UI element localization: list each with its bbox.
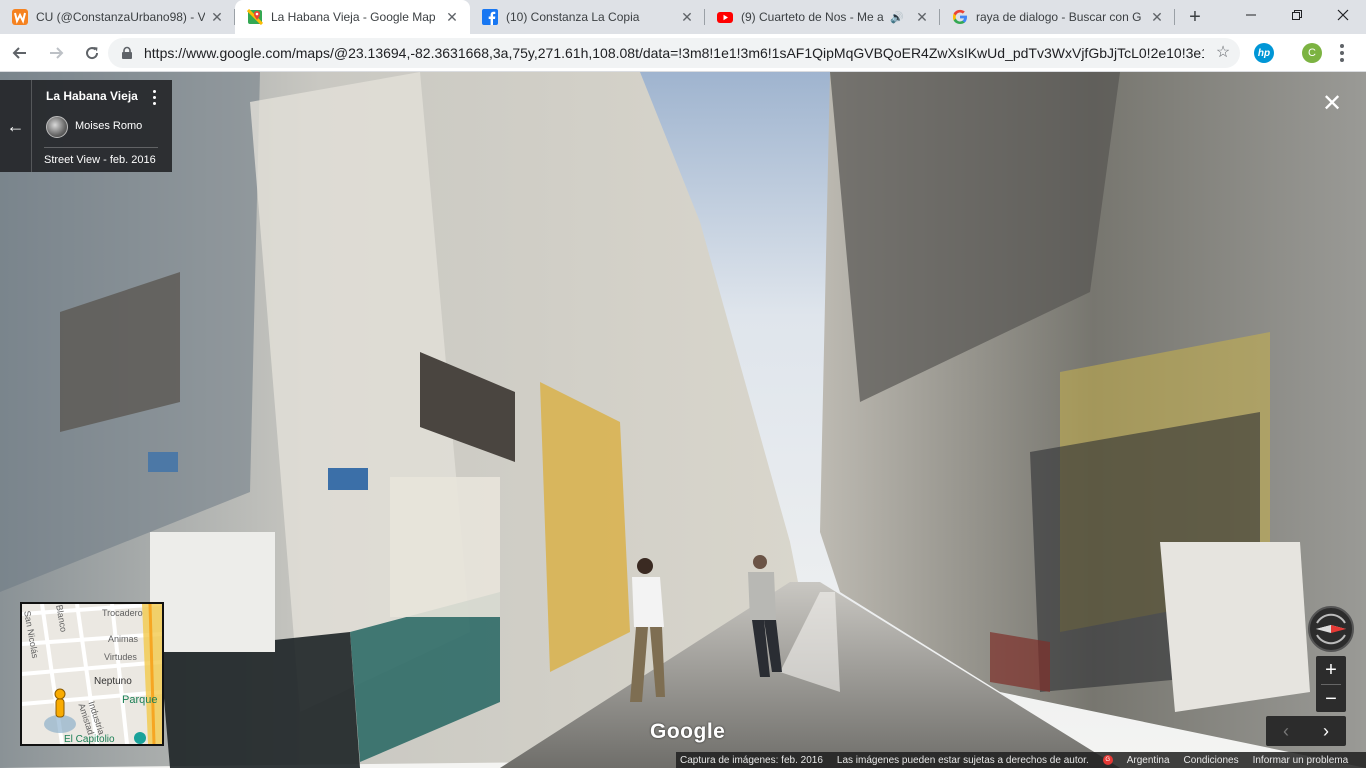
compass-icon[interactable]	[1310, 608, 1352, 650]
mini-map[interactable]: Trocadero Animas Virtudes Neptuno Indust…	[20, 602, 164, 746]
close-tab-icon[interactable]: ✕	[1149, 9, 1165, 25]
google-country-icon: G	[1102, 755, 1113, 765]
street-view-panorama[interactable]: ← La Habana Vieja Moises Romo Street Vie…	[0, 72, 1366, 768]
profile-avatar[interactable]: C	[1302, 43, 1322, 63]
capture-date: Street View - feb. 2016	[44, 154, 156, 166]
hp-extension-icon[interactable]: hp	[1254, 43, 1274, 63]
tab-google-search[interactable]: raya de dialogo - Buscar con G ✕	[940, 0, 1175, 34]
terms-link[interactable]: Condiciones	[1184, 755, 1239, 766]
reload-button[interactable]	[76, 37, 108, 69]
tab-title: raya de dialogo - Buscar con G	[976, 10, 1142, 24]
tab-title: La Habana Vieja - Google Map	[271, 10, 436, 24]
divider	[44, 147, 158, 148]
tab-title: (10) Constanza La Copia	[506, 10, 640, 24]
compass-control[interactable]	[1308, 606, 1354, 652]
map-label: Virtudes	[104, 652, 137, 662]
back-arrow-icon[interactable]: ←	[0, 80, 32, 172]
google-logo: Google	[650, 720, 726, 743]
map-label: Parque	[122, 694, 158, 706]
close-window-icon[interactable]	[1320, 0, 1366, 30]
arrow-right-icon	[50, 46, 64, 59]
zoom-out-button[interactable]: −	[1316, 685, 1346, 713]
zoom-in-button[interactable]: +	[1316, 656, 1346, 684]
reload-icon	[86, 46, 99, 59]
street-view-info-card: ← La Habana Vieja Moises Romo Street Vie…	[0, 80, 172, 172]
next-photo-button[interactable]: ›	[1306, 716, 1346, 746]
close-tab-icon[interactable]: ✕	[444, 9, 460, 25]
lock-icon[interactable]	[120, 46, 134, 60]
facebook-icon	[482, 9, 498, 25]
tab-strip: CU (@ConstanzaUrbano98) - V ✕ La Habana …	[0, 0, 1366, 34]
speaker-icon[interactable]: 🔊	[890, 11, 904, 24]
bookmark-star-icon[interactable]: ☆	[1214, 44, 1232, 62]
youtube-icon	[717, 9, 733, 25]
browser-menu-icon[interactable]	[1332, 42, 1352, 64]
report-problem-link[interactable]: Informar un problema	[1253, 755, 1349, 766]
tab-wattpad[interactable]: CU (@ConstanzaUrbano98) - V ✕	[0, 0, 235, 34]
zoom-control: + −	[1316, 656, 1346, 712]
google-icon	[952, 9, 968, 25]
tab-youtube[interactable]: (9) Cuarteto de Nos - Me a 🔊 ✕	[705, 0, 940, 34]
wattpad-icon	[12, 9, 28, 25]
more-options-icon[interactable]	[150, 90, 158, 108]
tab-google-maps[interactable]: La Habana Vieja - Google Map ✕	[235, 0, 470, 34]
address-bar[interactable]: https://www.google.com/maps/@23.13694,-8…	[108, 38, 1240, 68]
pegman-icon[interactable]	[40, 686, 80, 736]
previous-photo-button[interactable]: ‹	[1266, 716, 1306, 746]
minimize-window-icon[interactable]	[1228, 0, 1274, 30]
google-maps-icon	[247, 9, 263, 25]
browser-toolbar: https://www.google.com/maps/@23.13694,-8…	[0, 34, 1366, 72]
url-text[interactable]: https://www.google.com/maps/@23.13694,-8…	[144, 45, 1204, 61]
close-tab-icon[interactable]: ✕	[209, 9, 225, 25]
arrow-left-icon	[12, 46, 26, 59]
close-street-view-icon[interactable]: ✕	[1320, 92, 1344, 116]
close-tab-icon[interactable]: ✕	[679, 9, 695, 25]
street-view-image[interactable]	[0, 72, 1366, 768]
map-label: Animas	[108, 634, 139, 644]
tab-title: CU (@ConstanzaUrbano98) - V	[36, 10, 205, 24]
capture-info: Captura de imágenes: feb. 2016	[680, 754, 823, 766]
country-link[interactable]: Argentina	[1127, 755, 1170, 766]
tab-title: (9) Cuarteto de Nos - Me a	[741, 10, 884, 24]
photo-navigation: ‹ ›	[1266, 716, 1346, 746]
attribution-footer: Captura de imágenes: feb. 2016 Las imáge…	[676, 752, 1366, 768]
place-name[interactable]: La Habana Vieja	[46, 89, 138, 103]
map-label: Trocadero	[102, 608, 143, 618]
forward-button[interactable]	[40, 37, 72, 69]
new-tab-button[interactable]: +	[1181, 0, 1209, 34]
tab-facebook[interactable]: (10) Constanza La Copia ✕	[470, 0, 705, 34]
restore-window-icon[interactable]	[1274, 0, 1320, 30]
author-avatar[interactable]	[46, 116, 68, 138]
close-tab-icon[interactable]: ✕	[914, 9, 930, 25]
author-name[interactable]: Moises Romo	[75, 120, 142, 132]
copyright-notice: Las imágenes pueden estar sujetas a dere…	[836, 754, 1089, 766]
map-label: Neptuno	[94, 676, 132, 687]
back-button[interactable]	[4, 37, 36, 69]
